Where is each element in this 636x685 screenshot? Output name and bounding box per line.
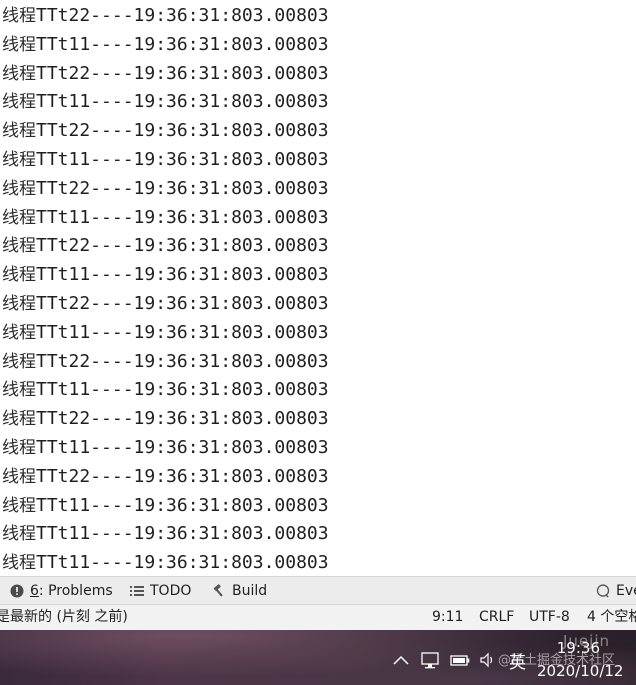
console-line: 线程TTt22----19:36:31:803.00803	[2, 117, 329, 145]
console-line: 线程TTt22----19:36:31:803.00803	[2, 348, 329, 376]
list-icon	[130, 584, 144, 598]
console-line-text: TTt11----19:36:31:803.00803	[36, 264, 329, 286]
battery-icon[interactable]	[450, 650, 470, 670]
console-line-text: TTt11----19:36:31:803.00803	[36, 321, 329, 343]
console-line-prefix: 线程	[2, 322, 36, 343]
console-line: 线程TTt22----19:36:31:803.00803	[2, 232, 329, 260]
console-line-text: TTt11----19:36:31:803.00803	[36, 149, 329, 170]
console-line-text: TTt11----19:36:31:803.00803	[36, 33, 329, 55]
status-bar: 是最新的 (片刻 之前) 9:11 CRLF UTF-8 4 个空格	[0, 604, 636, 630]
console-line-prefix: 线程	[2, 34, 36, 55]
clock-date[interactable]: 2020/10/12	[537, 662, 623, 680]
console-line: 线程TTt11----19:36:31:803.00803	[2, 261, 329, 289]
console-line-text: TTt11----19:36:31:803.00803	[36, 91, 329, 113]
console-line-prefix: 线程	[2, 524, 36, 545]
console-line-text: TTt11----19:36:31:803.00803	[36, 523, 329, 545]
problems-icon	[10, 584, 24, 598]
event-log-icon	[596, 584, 610, 598]
volume-icon[interactable]	[478, 650, 498, 670]
console-line-text: TTt11----19:36:31:803.00803	[36, 206, 329, 228]
console-line-text: TTt22----19:36:31:803.00803	[36, 350, 329, 372]
console-line: 线程TTt22----19:36:31:803.00803	[2, 2, 329, 30]
console-line: 线程TTt22----19:36:31:803.00803	[2, 405, 329, 433]
hammer-icon	[212, 584, 226, 598]
console-line: 线程TTt11----19:36:31:803.00803	[2, 520, 329, 548]
console-line-prefix: 线程	[2, 121, 36, 142]
problems-tab[interactable]: 6: Problems	[10, 577, 113, 605]
todo-label: TODO	[150, 583, 192, 599]
console-line-prefix: 线程	[2, 207, 36, 228]
windows-taskbar: Juejin @稀土掘金技术社区 英 19:36 2020/10/12	[0, 630, 636, 685]
problems-label: 6: Problems	[30, 583, 113, 599]
console-line-text: TTt22----19:36:31:803.00803	[36, 62, 329, 84]
console-line-prefix: 线程	[2, 380, 36, 401]
console-line-text: TTt11----19:36:31:803.00803	[36, 494, 329, 516]
console-line-prefix: 线程	[2, 178, 36, 199]
console-line-text: TTt22----19:36:31:803.00803	[36, 465, 329, 487]
console-line: 线程TTt11----19:36:31:803.00803	[2, 376, 329, 404]
ime-indicator[interactable]: 英	[509, 648, 526, 673]
file-encoding[interactable]: UTF-8	[529, 605, 570, 630]
console-line-text: TTt22----19:36:31:803.00803	[36, 293, 329, 314]
console-line-prefix: 线程	[2, 6, 36, 26]
console-line-prefix: 线程	[2, 351, 36, 372]
console-line-prefix: 线程	[2, 63, 36, 84]
console-line-prefix: 线程	[2, 495, 36, 516]
console-line-text: TTt22----19:36:31:803.00803	[36, 177, 329, 199]
console-line: 线程TTt22----19:36:31:803.00803	[2, 463, 329, 491]
console-line-text: TTt22----19:36:31:803.00803	[36, 408, 329, 430]
console-line-text: TTt22----19:36:31:803.00803	[36, 5, 329, 26]
console-line-text: TTt22----19:36:31:803.00803	[36, 235, 329, 257]
indent-setting[interactable]: 4 个空格	[587, 605, 636, 630]
console-line-text: TTt11----19:36:31:803.00803	[36, 379, 329, 401]
console-line: 线程TTt11----19:36:31:803.00803	[2, 146, 329, 174]
event-log-label: Eve	[616, 583, 636, 599]
line-separator[interactable]: CRLF	[479, 605, 514, 630]
clock-time[interactable]: 19:36	[557, 639, 600, 657]
console-line: 线程TTt11----19:36:31:803.00803	[2, 88, 329, 116]
caret-position[interactable]: 9:11	[432, 605, 463, 630]
console-line: 线程TTt11----19:36:31:803.00803	[2, 549, 329, 576]
network-icon[interactable]	[420, 650, 440, 670]
console-line-prefix: 线程	[2, 553, 36, 574]
console-line-prefix: 线程	[2, 294, 36, 314]
event-log-tab[interactable]: Eve	[596, 577, 636, 605]
console-line-text: TTt11----19:36:31:803.00803	[36, 437, 329, 458]
console-output[interactable]: 线程TTt22----19:36:31:803.00803 线程TTt11----…	[0, 0, 636, 576]
console-line-prefix: 线程	[2, 92, 36, 113]
console-line: 线程TTt11----19:36:31:803.00803	[2, 492, 329, 520]
console-line-prefix: 线程	[2, 150, 36, 170]
console-line: 线程TTt22----19:36:31:803.00803	[2, 60, 329, 88]
chevron-up-icon[interactable]	[391, 650, 411, 670]
tool-window-bar: 6: Problems TODO Build Ev	[0, 576, 636, 604]
console-line-text: TTt22----19:36:31:803.00803	[36, 120, 329, 142]
vcs-status-message: 是最新的 (片刻 之前)	[0, 609, 128, 625]
console-line: 线程TTt11----19:36:31:803.00803	[2, 434, 329, 462]
console-line: 线程TTt11----19:36:31:803.00803	[2, 319, 329, 347]
console-line-prefix: 线程	[2, 236, 36, 257]
console-line-prefix: 线程	[2, 466, 36, 487]
todo-tab[interactable]: TODO	[130, 577, 191, 605]
build-label: Build	[232, 583, 268, 599]
build-tab[interactable]: Build	[212, 577, 267, 605]
console-line-text: TTt11----19:36:31:803.00803	[36, 552, 329, 574]
console-line-prefix: 线程	[2, 438, 36, 458]
console-line: 线程TTt22----19:36:31:803.00803	[2, 290, 329, 318]
console-line: 线程TTt22----19:36:31:803.00803	[2, 175, 329, 203]
console-line-prefix: 线程	[2, 265, 36, 286]
console-line-prefix: 线程	[2, 409, 36, 430]
console-line: 线程TTt11----19:36:31:803.00803	[2, 204, 329, 232]
console-line: 线程TTt11----19:36:31:803.00803	[2, 31, 329, 59]
